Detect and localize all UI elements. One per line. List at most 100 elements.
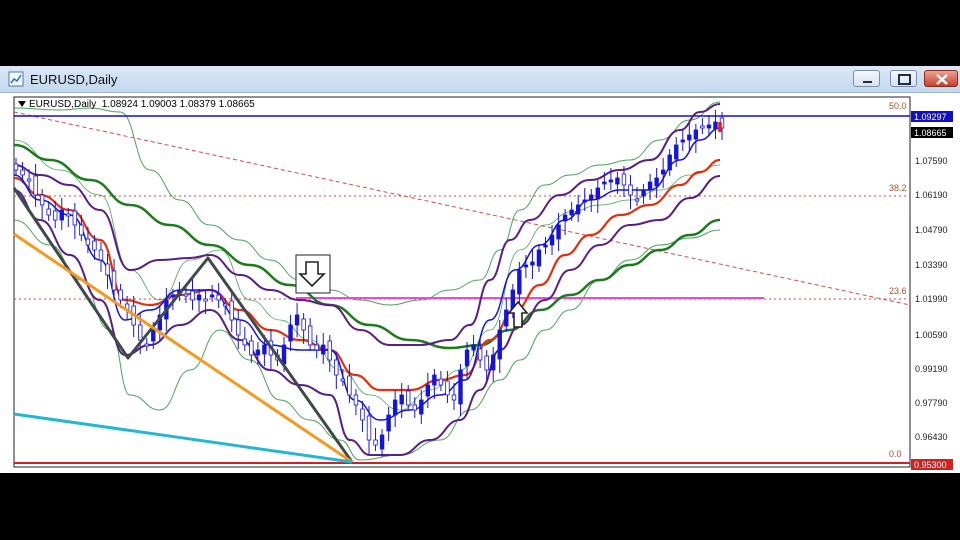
candle-body	[170, 294, 176, 298]
candle-body	[451, 394, 457, 401]
fibo-level-label: 23.6	[889, 286, 907, 296]
candle-body	[543, 244, 548, 248]
candle-body	[138, 324, 143, 341]
candle-body	[26, 178, 32, 182]
price-tick-label: 0.99190	[915, 364, 948, 374]
fibo-level-label: 0.0	[889, 449, 902, 459]
price-tick-label: 1.04790	[915, 225, 948, 235]
candle-body	[340, 378, 346, 382]
candle-body	[79, 224, 84, 236]
candle-body	[471, 344, 476, 351]
price-chart[interactable]: 1.07590 1.06190 1.04790 1.03390 1.01990 1.005…	[10, 95, 960, 473]
candle-body	[458, 369, 463, 405]
chart-app-icon	[8, 71, 24, 87]
chart-window: EURUSD,Daily 1.07590 1.06190 1.04790 1.0339…	[0, 66, 960, 473]
candle-body	[667, 154, 672, 171]
candle-body	[53, 210, 58, 221]
candle-body	[693, 129, 699, 140]
candle-body	[595, 187, 600, 200]
close-button[interactable]	[924, 70, 958, 87]
chart-symbol: EURUSD,Daily	[29, 99, 97, 110]
candle-body	[307, 325, 313, 346]
candle-body	[386, 414, 391, 432]
candle-body	[39, 194, 45, 206]
price-tick-label: 1.00590	[915, 330, 948, 340]
resistance-price-label: 1.09297	[914, 112, 947, 122]
price-tick-label: 0.97790	[915, 398, 948, 408]
candle-body	[33, 175, 38, 196]
candle-body	[98, 249, 104, 261]
candle-body	[425, 384, 431, 397]
fibo-level-label: 38.2	[889, 183, 907, 193]
candle-body	[288, 324, 293, 342]
dropdown-arrow-icon[interactable]	[18, 101, 26, 108]
candle-body	[536, 249, 542, 267]
candle-body	[262, 344, 267, 355]
candle-body	[406, 390, 411, 406]
candle-body	[634, 198, 640, 202]
candle-body	[432, 374, 437, 386]
candle-body	[687, 134, 692, 141]
minimize-button[interactable]	[853, 70, 880, 87]
candle-body	[647, 181, 653, 191]
candle-body	[105, 263, 110, 276]
candle-body	[517, 269, 522, 295]
candle-body	[464, 349, 470, 367]
minimize-icon	[863, 81, 872, 83]
support-price-label: 0.95300	[914, 460, 947, 470]
candle-body	[602, 181, 607, 185]
candle-body	[419, 399, 424, 415]
close-icon	[936, 74, 948, 85]
candle-body	[575, 204, 581, 215]
candle-body	[484, 355, 489, 371]
candle-body	[85, 238, 91, 246]
candle-body	[255, 349, 261, 356]
candle-body	[249, 340, 254, 356]
candle-body	[445, 380, 450, 396]
candle-body	[491, 354, 496, 371]
candle-body	[360, 408, 365, 421]
candle-body	[569, 209, 574, 216]
candle-body	[92, 240, 97, 251]
candle-body	[72, 210, 78, 226]
price-tick-label: 1.01990	[915, 294, 948, 304]
candle-body	[713, 121, 718, 130]
candle-body	[209, 294, 215, 298]
candle-body	[353, 394, 359, 406]
candle-body	[190, 290, 195, 301]
candle-body	[654, 177, 659, 187]
candle-body	[674, 144, 679, 160]
title-bar[interactable]: EURUSD,Daily	[0, 66, 960, 93]
candle-body	[321, 344, 326, 355]
candle-body	[46, 208, 51, 216]
chart-ohlc: 1.08924 1.09003 1.08379 1.08665	[101, 99, 255, 110]
candle-body	[660, 169, 666, 175]
candle-body	[229, 300, 234, 321]
candle-body	[589, 194, 594, 201]
plot-frame	[13, 96, 911, 468]
candle-body	[13, 163, 19, 171]
candle-body	[242, 338, 247, 346]
candle-body	[621, 173, 627, 186]
candle-body	[680, 139, 685, 143]
window-title: EURUSD,Daily	[30, 72, 118, 87]
candle-body	[66, 213, 71, 217]
candle-body	[392, 399, 398, 416]
candle-body	[379, 434, 385, 450]
candle-body	[183, 293, 189, 297]
candle-body	[196, 294, 202, 301]
candle-body	[366, 415, 372, 441]
candle-body	[151, 329, 156, 342]
candle-body	[523, 264, 529, 268]
candle-body	[497, 329, 502, 360]
candle-body	[334, 359, 339, 376]
candle-body	[236, 319, 241, 336]
maximize-button[interactable]	[890, 70, 917, 87]
candle-body	[412, 404, 417, 411]
candle-body	[615, 177, 620, 185]
price-tick-label: 1.07590	[915, 156, 948, 166]
candle-body	[301, 318, 306, 331]
candle-body	[327, 340, 332, 361]
candle-body	[59, 209, 64, 221]
price-tick-label: 0.96430	[915, 432, 948, 442]
